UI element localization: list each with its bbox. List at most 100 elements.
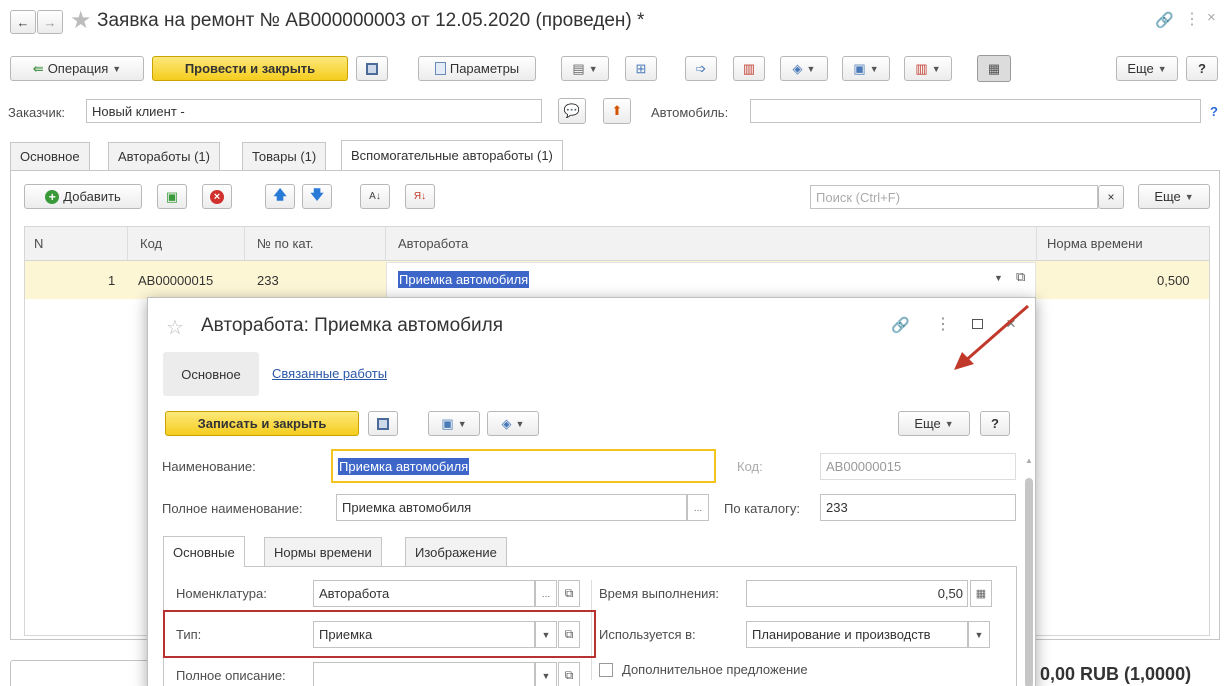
search-input[interactable]: Поиск (Ctrl+F) xyxy=(810,185,1098,209)
nomen-field[interactable]: Авторабота xyxy=(313,580,535,607)
name-field[interactable]: Приемка автомобиля xyxy=(331,449,716,483)
used-in-field[interactable]: Планирование и производств xyxy=(746,621,968,648)
dialog-save-button[interactable] xyxy=(368,411,398,436)
car-field[interactable] xyxy=(750,99,1201,123)
cell-norm: 0,500 xyxy=(1157,273,1190,288)
forward-button[interactable]: → xyxy=(37,10,63,34)
exec-time-value: 0,50 xyxy=(937,586,963,601)
sort-desc-button[interactable]: Я↓ xyxy=(405,184,435,209)
add-button[interactable]: + Добавить xyxy=(24,184,142,209)
chevron-down-icon: ▼ xyxy=(112,63,122,74)
chevron-down-icon: ▼ xyxy=(931,63,941,74)
dialog-more-button[interactable]: Еще ▼ xyxy=(898,411,970,436)
catalog-value: 233 xyxy=(826,500,848,515)
cell-work-open-icon[interactable]: ⧉ xyxy=(1016,269,1025,285)
used-in-label: Используется в: xyxy=(599,627,696,642)
link-icon[interactable]: 🔗 xyxy=(1155,11,1174,29)
arrow-right-icon: ➩ xyxy=(695,60,707,76)
nomen-select-button[interactable]: … xyxy=(535,580,557,607)
extra-offer-checkbox[interactable] xyxy=(599,663,613,677)
catalog-field[interactable]: 233 xyxy=(820,494,1016,521)
move-down-button[interactable]: 🡇 xyxy=(302,184,332,209)
reports-button[interactable]: ▥ ▼ xyxy=(904,56,952,81)
fullname-field[interactable]: Приемка автомобиля xyxy=(336,494,687,521)
upload-button[interactable]: ⬆ xyxy=(603,98,631,124)
save-button[interactable] xyxy=(356,56,388,81)
dialog-help-button[interactable]: ? xyxy=(980,411,1010,436)
create-based-button[interactable]: ◈ ▼ xyxy=(780,56,828,81)
code-value: АВ00000015 xyxy=(826,459,902,474)
dialog-scrollbar-up[interactable]: ▲ xyxy=(1025,456,1033,465)
customer-field[interactable]: Новый клиент - xyxy=(86,99,542,123)
params-icon xyxy=(434,62,446,75)
tab-main[interactable]: Основное xyxy=(10,142,90,170)
documents-button[interactable]: ▣ ▼ xyxy=(842,56,890,81)
operation-icon: ⇚ xyxy=(32,60,44,76)
col-header-norm[interactable]: Норма времени xyxy=(1047,236,1143,251)
favorite-star-icon[interactable]: ★ xyxy=(70,6,92,35)
desc-field[interactable] xyxy=(313,662,535,686)
chat-icon: 💬 xyxy=(563,103,581,118)
delete-row-button[interactable]: × xyxy=(202,184,232,209)
desc-dropdown-button[interactable]: ▼ xyxy=(535,662,557,686)
sort-desc-icon: Я↓ xyxy=(413,191,427,202)
params-label: Параметры xyxy=(449,61,520,76)
inner-tab-image[interactable]: Изображение xyxy=(405,537,507,566)
copy-row-icon: ▣ xyxy=(165,188,179,204)
col-header-cat[interactable]: № по кат. xyxy=(257,236,313,251)
dialog-documents-button[interactable]: ▣ ▼ xyxy=(428,411,480,436)
fullname-select-button[interactable]: … xyxy=(687,494,709,521)
sort-asc-button[interactable]: A↓ xyxy=(360,184,390,209)
dialog-nav-related[interactable]: Связанные работы xyxy=(272,366,387,381)
help-mark[interactable]: ? xyxy=(1210,104,1218,119)
search-clear-button[interactable]: × xyxy=(1098,185,1124,209)
back-button[interactable]: ← xyxy=(10,10,36,34)
nomen-open-button[interactable]: ⧉ xyxy=(558,580,580,607)
print-button[interactable]: ▤ ▼ xyxy=(561,56,609,81)
tab-autoworks[interactable]: Автоработы (1) xyxy=(108,142,220,170)
floppy-icon xyxy=(377,417,389,430)
operation-button[interactable]: ⇚ Операция ▼ xyxy=(10,56,144,81)
dialog-scrollbar-thumb[interactable] xyxy=(1025,478,1033,686)
code-field[interactable]: АВ00000015 xyxy=(820,453,1016,480)
inner-tab-main[interactable]: Основные xyxy=(163,536,245,567)
chevron-down-icon: ▼ xyxy=(1184,191,1194,202)
calculator-icon[interactable]: ▦ xyxy=(970,580,992,607)
used-in-dropdown-button[interactable]: ▼ xyxy=(968,621,990,648)
close-icon[interactable]: × xyxy=(1207,9,1216,26)
col-header-n[interactable]: N xyxy=(34,236,43,251)
col-header-work[interactable]: Авторабота xyxy=(398,236,468,251)
tab-aux-autoworks[interactable]: Вспомогательные автоработы (1) xyxy=(341,140,563,170)
dialog-attachments-button[interactable]: ◈ ▼ xyxy=(487,411,539,436)
move-button[interactable]: ➩ xyxy=(685,56,717,81)
kebab-menu-icon[interactable]: ⋮ xyxy=(1184,9,1200,29)
params-button[interactable]: Параметры xyxy=(418,56,536,81)
col-header-code[interactable]: Код xyxy=(140,236,162,251)
copy-row-button[interactable]: ▣ xyxy=(157,184,187,209)
move-up-button[interactable]: 🡅 xyxy=(265,184,295,209)
table-more-button[interactable]: Еще ▼ xyxy=(1138,184,1210,209)
copy-button[interactable]: ▦ xyxy=(977,55,1011,82)
desc-open-button[interactable]: ⧉ xyxy=(558,662,580,686)
dialog-nav-main[interactable]: Основное xyxy=(163,352,259,396)
report-icon: ▥ xyxy=(742,60,756,76)
annotation-arrow xyxy=(954,304,1029,370)
car-label: Автомобиль: xyxy=(651,105,729,120)
more-button[interactable]: Еще ▼ xyxy=(1116,56,1178,81)
save-and-close-button[interactable]: Записать и закрыть xyxy=(165,411,359,436)
post-and-close-button[interactable]: Провести и закрыть xyxy=(152,56,348,81)
dialog-link-icon[interactable]: 🔗 xyxy=(891,316,910,334)
dialog-star-icon[interactable]: ☆ xyxy=(166,315,184,340)
report-button[interactable]: ▥ xyxy=(733,56,765,81)
help-button[interactable]: ? xyxy=(1186,56,1218,81)
cell-work[interactable]: Приемка автомобиля xyxy=(398,271,530,288)
chevron-down-icon: ▼ xyxy=(457,418,467,429)
structure-button[interactable]: ⊞ xyxy=(625,56,657,81)
cell-work-dropdown-icon[interactable]: ▼ xyxy=(994,273,1003,283)
inner-tab-time-norms[interactable]: Нормы времени xyxy=(264,537,382,566)
add-label: Добавить xyxy=(63,189,121,204)
tab-goods[interactable]: Товары (1) xyxy=(242,142,327,170)
chat-button[interactable]: 💬 xyxy=(558,98,586,124)
fullname-value: Приемка автомобиля xyxy=(342,500,472,515)
exec-time-field[interactable]: 0,50 xyxy=(746,580,968,607)
